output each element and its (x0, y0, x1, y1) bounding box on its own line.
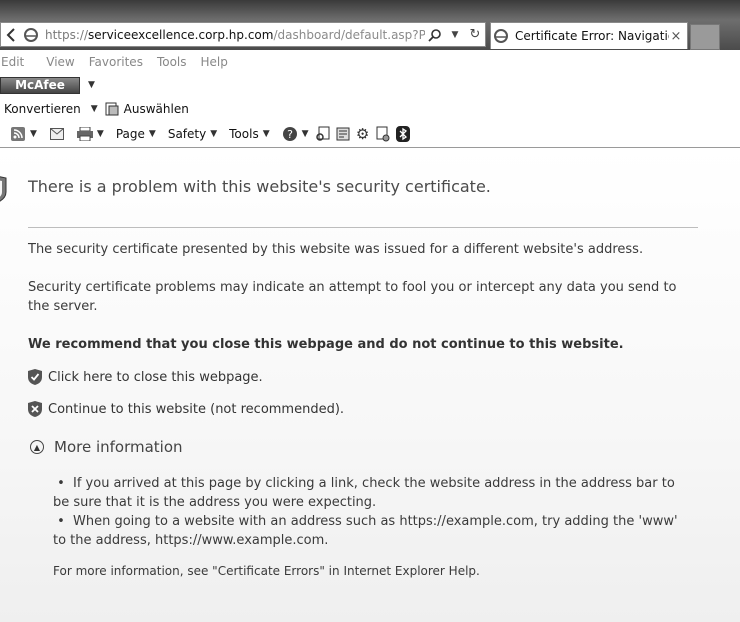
more-information-list: • If you arrived at this page by clicking… (53, 474, 683, 550)
warning-description: Security certificate problems may indica… (28, 280, 677, 314)
list-item: • When going to a website with an address… (53, 514, 678, 548)
menu-tools[interactable]: Tools (157, 55, 187, 69)
dropdown-arrow-icon[interactable]: ▼ (447, 27, 463, 43)
page-menu[interactable]: Page (116, 127, 145, 141)
page-title: There is a problem with this website's s… (28, 177, 491, 196)
ie-tab-icon (493, 28, 509, 44)
continue-website-label: Continue to this website (not recommende… (48, 401, 345, 417)
gear-icon[interactable]: ⚙ (355, 125, 371, 143)
mail-icon[interactable] (49, 126, 65, 142)
safety-dropdown-icon[interactable]: ▼ (210, 129, 217, 139)
svg-text:?: ? (287, 128, 293, 141)
back-button-edge[interactable] (3, 27, 19, 43)
link-note-icon[interactable] (375, 126, 391, 142)
tab-title: Certificate Error: Navigation... (515, 29, 669, 43)
chevron-up-icon: ▲ (30, 440, 44, 454)
menu-bar: Edit View Favorites Tools Help (0, 50, 740, 73)
close-webpage-link[interactable]: Click here to close this webpage. (28, 369, 263, 385)
tab-certificate-error[interactable]: Certificate Error: Navigation... × (490, 22, 688, 49)
recommendation-text: We recommend that you close this webpage… (28, 337, 624, 352)
mcafee-button[interactable]: McAfee (0, 76, 80, 94)
search-icon[interactable] (427, 27, 443, 43)
list-item-text: When going to a website with an address … (53, 514, 678, 548)
url-host: serviceexcellence.corp.hp.com (88, 27, 274, 42)
help-dropdown-icon[interactable]: ▼ (302, 129, 309, 139)
more-information-toggle[interactable]: ▲ More information (30, 438, 183, 456)
pdf-toolbar: Konvertieren ▼ Auswählen (0, 97, 740, 120)
bluetooth-icon[interactable] (395, 125, 411, 142)
research-icon[interactable] (315, 126, 331, 142)
error-description: The security certificate presented by th… (28, 242, 644, 257)
convert-button[interactable]: Konvertieren (4, 102, 81, 116)
convert-dropdown-icon[interactable]: ▼ (91, 104, 98, 114)
menu-edit[interactable]: Edit (1, 55, 24, 69)
page-dropdown-icon[interactable]: ▼ (149, 129, 156, 139)
divider (28, 227, 698, 228)
note-icon[interactable] (335, 126, 351, 142)
print-icon[interactable] (76, 126, 93, 142)
select-icon (104, 101, 120, 117)
menu-view[interactable]: View (46, 55, 74, 69)
list-item-text: If you arrived at this page by clicking … (53, 476, 675, 510)
safety-menu[interactable]: Safety (168, 127, 206, 141)
menu-favorites[interactable]: Favorites (89, 55, 143, 69)
ie-page-icon (23, 27, 39, 43)
help-icon[interactable]: ? (282, 126, 298, 142)
mcafee-dropdown-icon[interactable]: ▼ (88, 80, 95, 90)
command-bar: ▼ ▼ Page ▼ Safety ▼ Tools ▼ ? ▼ ⚙ (0, 120, 740, 148)
list-item: • If you arrived at this page by clicking… (53, 476, 675, 510)
refresh-icon[interactable]: ↻ (467, 27, 483, 43)
new-tab-button[interactable] (690, 24, 720, 50)
continue-to-website-link[interactable]: Continue to this website (not recommende… (28, 401, 344, 417)
rss-dropdown-icon[interactable]: ▼ (30, 129, 37, 139)
tools-dropdown-icon[interactable]: ▼ (263, 129, 270, 139)
green-shield-icon (28, 369, 42, 385)
url-text[interactable]: https://serviceexcellence.corp.hp.com/da… (45, 28, 425, 42)
close-webpage-label: Click here to close this webpage. (48, 369, 263, 385)
shield-icon (0, 176, 7, 202)
certificate-error-page: There is a problem with this website's s… (0, 148, 740, 622)
more-information-label: More information (54, 438, 183, 456)
close-tab-icon[interactable]: × (669, 29, 683, 44)
tools-menu[interactable]: Tools (229, 127, 259, 141)
url-path: /dashboard/default.asp?PAGE=org (273, 27, 425, 42)
rss-icon[interactable] (10, 126, 26, 142)
print-dropdown-icon[interactable]: ▼ (97, 129, 104, 139)
red-shield-icon (28, 401, 42, 417)
help-note: For more information, see "Certificate E… (53, 564, 480, 578)
menu-help[interactable]: Help (201, 55, 228, 69)
address-bar[interactable]: https://serviceexcellence.corp.hp.com/da… (0, 22, 486, 47)
mcafee-toolbar: McAfee ▼ (0, 73, 740, 97)
url-scheme: https:// (45, 27, 89, 42)
select-button[interactable]: Auswählen (124, 102, 189, 116)
